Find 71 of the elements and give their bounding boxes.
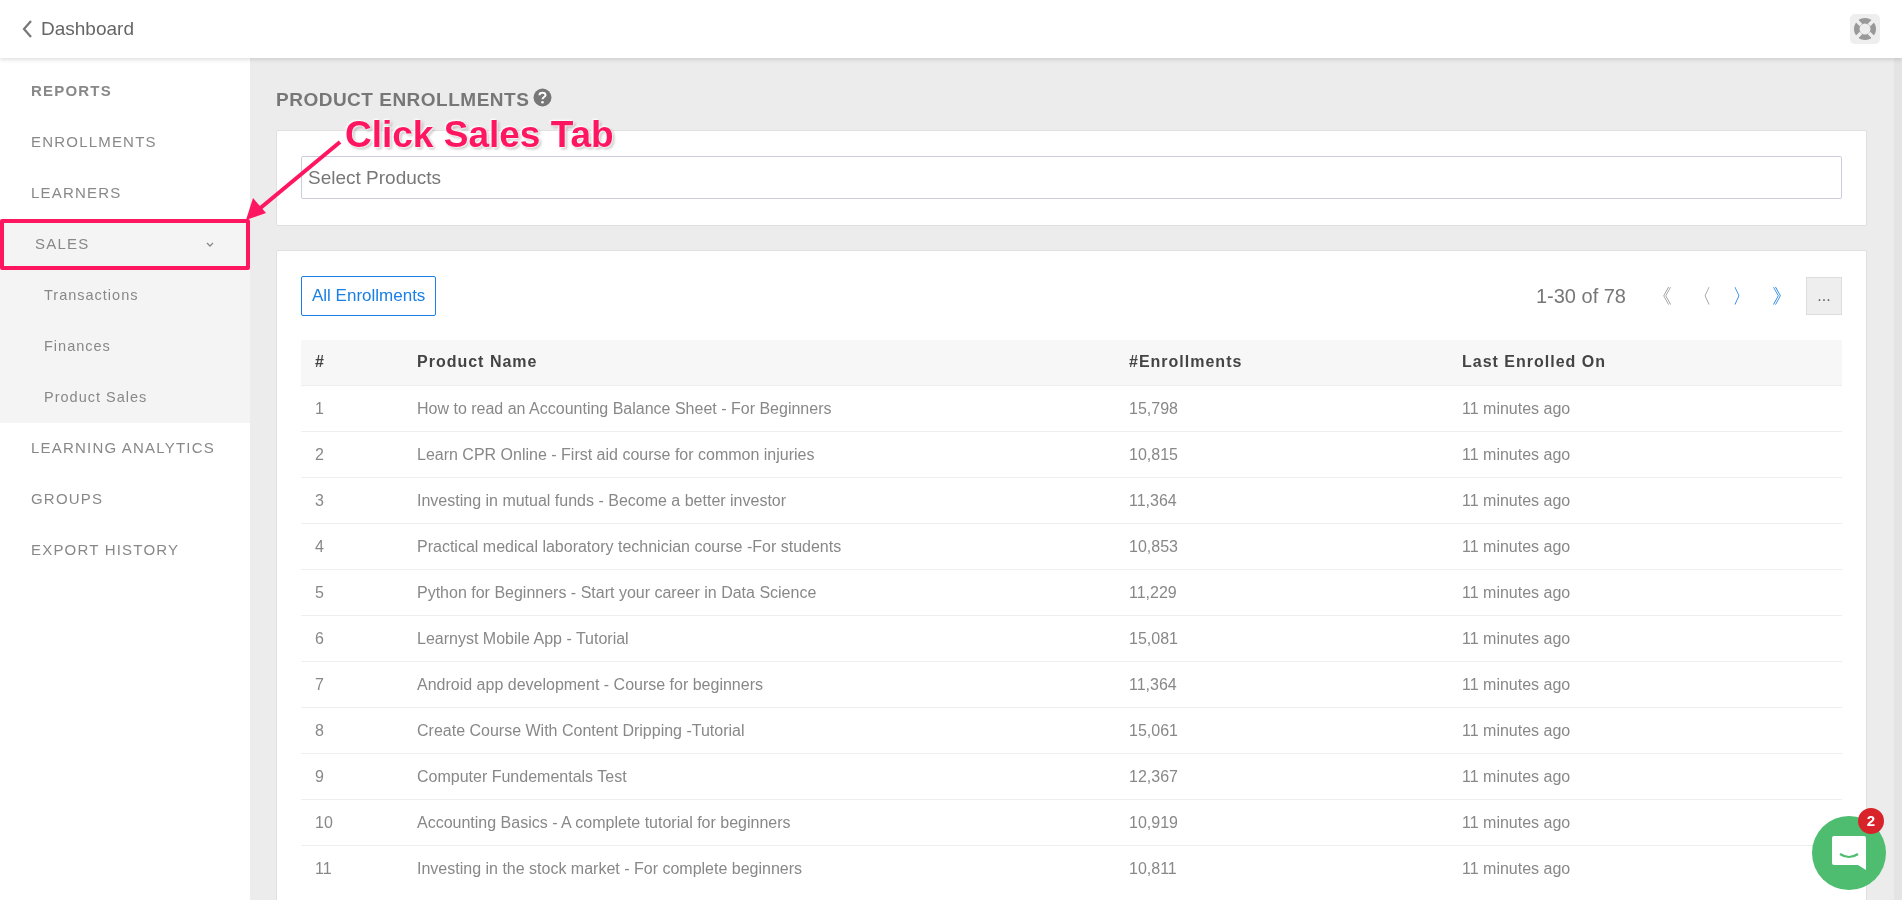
table-cell: 11,364: [1128, 661, 1461, 708]
table-cell: 9: [301, 753, 416, 800]
column-header: #: [301, 339, 416, 386]
table-cell: 10,811: [1128, 845, 1461, 892]
back-link[interactable]: Dashboard: [22, 14, 134, 44]
column-header: Last Enrolled On: [1461, 339, 1842, 386]
chevron-left-icon: [22, 20, 33, 38]
sidebar-item[interactable]: REPORTS: [0, 66, 250, 117]
table-cell: 12,367: [1128, 753, 1461, 800]
table-cell: 11 minutes ago: [1461, 477, 1842, 524]
notification-badge: 2: [1858, 808, 1884, 834]
table-cell: 11 minutes ago: [1461, 753, 1842, 800]
table-cell: 2: [301, 431, 416, 478]
table-cell: 10: [301, 799, 416, 846]
table-cell: 11 minutes ago: [1461, 431, 1842, 478]
sidebar-subitem[interactable]: Finances: [0, 321, 250, 372]
chat-icon: [1830, 834, 1868, 872]
lifebuoy-icon[interactable]: [1850, 14, 1880, 44]
table-cell: 11 minutes ago: [1461, 707, 1842, 754]
table-cell: 4: [301, 523, 416, 570]
table-cell: 15,081: [1128, 615, 1461, 662]
table-cell: Create Course With Content Dripping -Tutorial: [416, 707, 1128, 754]
all-enrollments-button[interactable]: All Enrollments: [301, 276, 437, 316]
table-cell: How to read an Accounting Balance Sheet - For Beginners: [416, 385, 1128, 432]
column-header: Product Name: [416, 339, 1128, 386]
page-nav-button[interactable]: 》: [1762, 280, 1802, 311]
help-icon[interactable]: [533, 88, 553, 107]
table-cell: 11,229: [1128, 569, 1461, 616]
table-cell: Learn CPR Online - First aid course for common injuries: [416, 431, 1128, 478]
table-cell: 11 minutes ago: [1461, 523, 1842, 570]
more-button[interactable]: ...: [1806, 276, 1842, 315]
table-cell: 15,798: [1128, 385, 1461, 432]
table-cell: 5: [301, 569, 416, 616]
sidebar-item[interactable]: SALES: [0, 219, 250, 270]
table-cell: 11 minutes ago: [1461, 569, 1842, 616]
table-cell: Python for Beginners - Start your career in Data Science: [416, 569, 1128, 616]
table-cell: Investing in mutual funds - Become a better investor: [416, 477, 1128, 524]
table-cell: 10,815: [1128, 431, 1461, 478]
table-cell: 11 minutes ago: [1461, 385, 1842, 432]
sidebar-subitem[interactable]: Transactions: [0, 270, 250, 321]
sidebar-item[interactable]: GROUPS: [0, 474, 250, 525]
table-cell: 10,853: [1128, 523, 1461, 570]
table-cell: 10,919: [1128, 799, 1461, 846]
page-title: PRODUCT ENROLLMENTS: [276, 88, 530, 112]
table-cell: 11,364: [1128, 477, 1461, 524]
table-cell: Learnyst Mobile App - Tutorial: [416, 615, 1128, 662]
sidebar-subitem[interactable]: Product Sales: [0, 372, 250, 423]
table-cell: Investing in the stock market - For complete beginners: [416, 845, 1128, 892]
product-select-field[interactable]: Select Products: [301, 156, 1842, 199]
page-range: 1-30 of 78: [1535, 283, 1626, 309]
table-cell: 15,061: [1128, 707, 1461, 754]
table-cell: 6: [301, 615, 416, 662]
sidebar-item[interactable]: LEARNING ANALYTICS: [0, 423, 250, 474]
table-cell: Android app development - Course for beginners: [416, 661, 1128, 708]
sidebar-item[interactable]: LEARNERS: [0, 168, 250, 219]
table-cell: 11 minutes ago: [1461, 615, 1842, 662]
page-nav-button[interactable]: 〉: [1722, 280, 1762, 311]
sidebar-item[interactable]: ENROLLMENTS: [0, 117, 250, 168]
scrollbar[interactable]: [1894, 58, 1902, 900]
table-cell: 8: [301, 707, 416, 754]
table-cell: 1: [301, 385, 416, 432]
table-cell: 11: [301, 845, 416, 892]
table-cell: Computer Fundementals Test: [416, 753, 1128, 800]
sidebar-item[interactable]: EXPORT HISTORY: [0, 525, 250, 576]
table-cell: Accounting Basics - A complete tutorial for beginners: [416, 799, 1128, 846]
table-cell: 11 minutes ago: [1461, 661, 1842, 708]
table-cell: 3: [301, 477, 416, 524]
column-header: #Enrollments: [1128, 339, 1461, 386]
annotation-text: Click Sales Tab: [345, 116, 614, 153]
table-cell: Practical medical laboratory technician course -For students: [416, 523, 1128, 570]
table-cell: 7: [301, 661, 416, 708]
